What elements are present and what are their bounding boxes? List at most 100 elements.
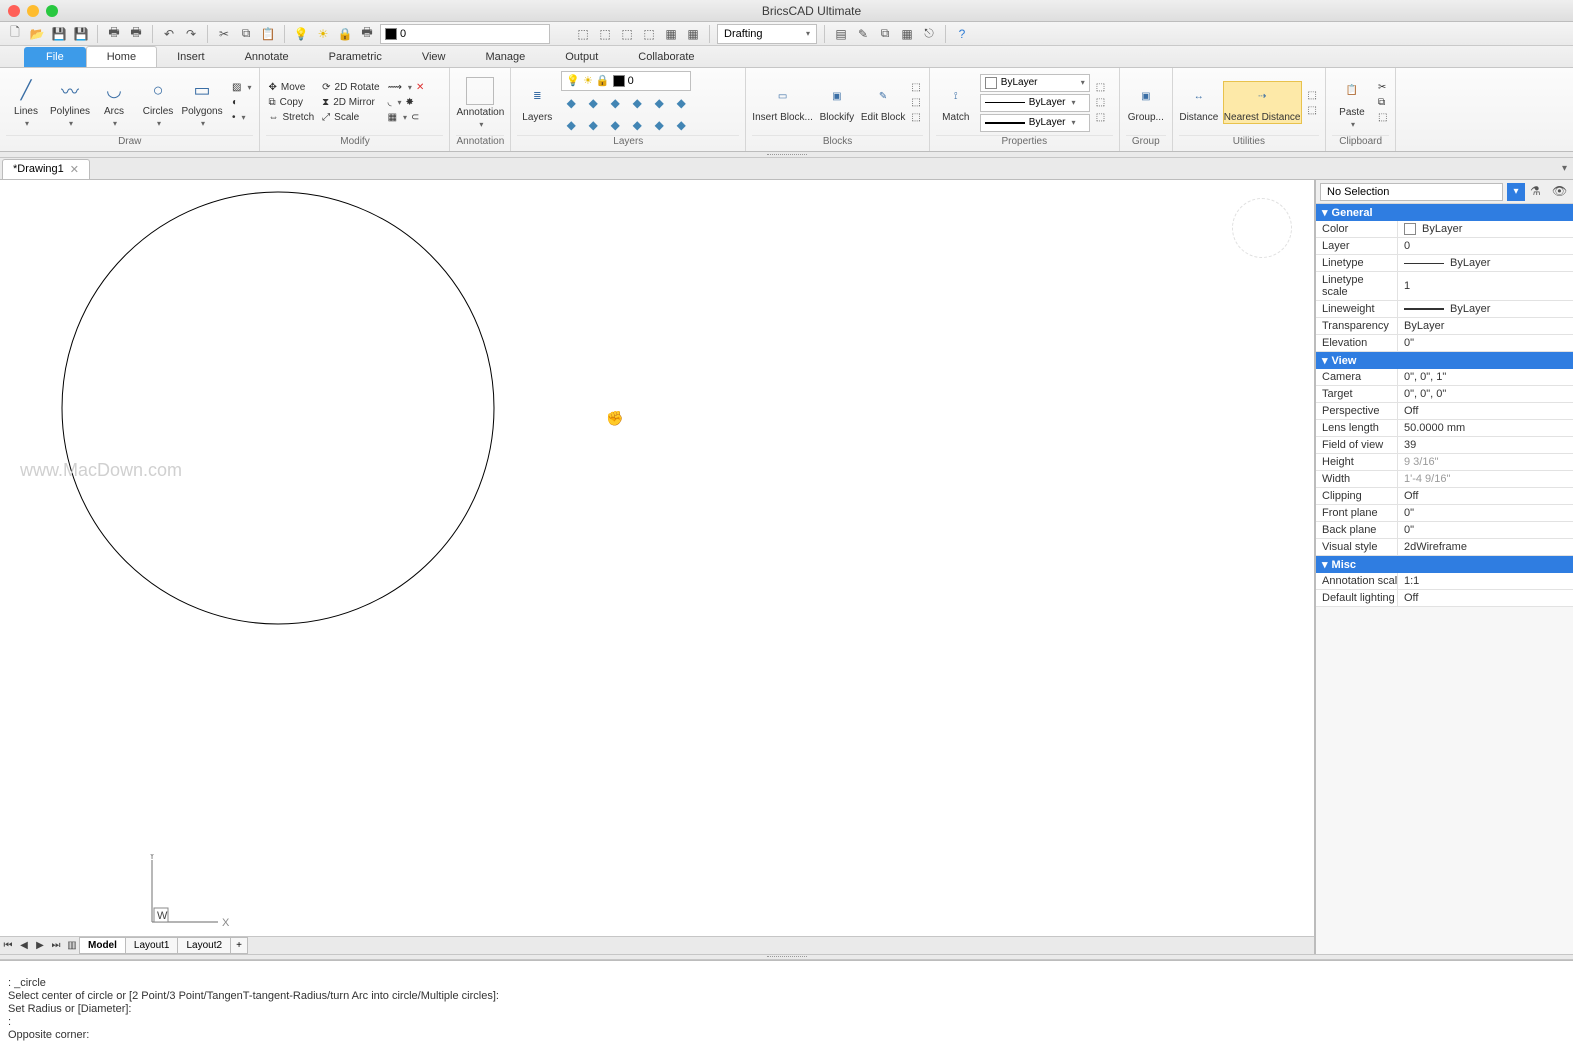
selection-dropdown[interactable]: No Selection xyxy=(1320,183,1503,201)
copy-small-icon[interactable]: ⧉ xyxy=(1376,96,1389,109)
prop-tool-icon[interactable]: ⬚ xyxy=(1094,81,1107,94)
erase-icon[interactable]: ✕ xyxy=(416,82,424,93)
insert-block-button[interactable]: ▭Insert Block... xyxy=(752,82,813,123)
rotate-button[interactable]: ⟳2D Rotate xyxy=(320,81,381,94)
view-compass[interactable] xyxy=(1232,198,1292,258)
tab-manage[interactable]: Manage xyxy=(465,47,545,67)
scale-button[interactable]: ⤢Scale xyxy=(320,111,381,124)
tab-output[interactable]: Output xyxy=(545,47,618,67)
tab-home[interactable]: Home xyxy=(86,46,157,67)
eye-icon[interactable]: 👁 xyxy=(1551,183,1569,201)
lock-icon[interactable]: 🔒 xyxy=(336,25,354,43)
lines-button[interactable]: ╱Lines▾ xyxy=(6,76,46,130)
tool-icon[interactable]: ▦ xyxy=(684,25,702,43)
fillet-button[interactable]: ◟▾✸ xyxy=(386,96,427,109)
drawing-canvas[interactable]: www.MacDown.com ✊ Y X W xyxy=(0,180,1314,936)
last-layout-icon[interactable]: ⏭ xyxy=(48,940,64,951)
layer-tool-icon[interactable]: ◆ xyxy=(671,115,691,135)
print-icon[interactable]: 🖶 xyxy=(105,25,123,43)
layer-tool-icon[interactable]: ◆ xyxy=(649,93,669,113)
layer-tool-icon[interactable]: ◆ xyxy=(605,93,625,113)
tool-icon[interactable]: ▦ xyxy=(898,25,916,43)
layer-tool-icon[interactable]: ◆ xyxy=(649,115,669,135)
block-tool-icon[interactable]: ⬚ xyxy=(909,81,922,94)
blockify-button[interactable]: ▣Blockify xyxy=(817,82,857,123)
tool-icon[interactable]: ⬚ xyxy=(574,25,592,43)
prev-layout-icon[interactable]: ◀ xyxy=(16,940,32,951)
tab-file[interactable]: File xyxy=(24,47,86,67)
layout2-tab[interactable]: Layout2 xyxy=(177,937,231,954)
tab-parametric[interactable]: Parametric xyxy=(309,47,402,67)
explode-icon[interactable]: ✸ xyxy=(405,97,413,108)
first-layout-icon[interactable]: ⏮ xyxy=(0,940,16,951)
new-icon[interactable]: 🗋 xyxy=(6,25,24,43)
nearest-distance-button[interactable]: ⇢Nearest Distance xyxy=(1223,81,1302,124)
layer-tool-icon[interactable]: ◆ xyxy=(561,93,581,113)
polylines-button[interactable]: 〰Polylines▾ xyxy=(50,76,90,130)
layout1-tab[interactable]: Layout1 xyxy=(125,937,179,954)
distance-button[interactable]: ↔Distance xyxy=(1179,82,1219,123)
layer-tool-icon[interactable]: ◆ xyxy=(583,115,603,135)
bulb-icon[interactable]: 💡 xyxy=(292,25,310,43)
paste-button[interactable]: 📋Paste▾ xyxy=(1332,77,1372,129)
close-tab-icon[interactable]: ✕ xyxy=(70,163,79,176)
prop-value[interactable]: 0" xyxy=(1398,505,1573,521)
category-view[interactable]: ▾View xyxy=(1316,352,1573,369)
tool-icon[interactable]: ⎋ xyxy=(920,25,938,43)
clip-tool-icon[interactable]: ⬚ xyxy=(1376,111,1389,124)
prop-value[interactable]: 39 xyxy=(1398,437,1573,453)
array-button[interactable]: ▦▾⊂ xyxy=(386,111,427,124)
layer-tool-icon[interactable]: ◆ xyxy=(583,93,603,113)
tool-icon[interactable]: ⬚ xyxy=(640,25,658,43)
arcs-button[interactable]: ◡Arcs▾ xyxy=(94,76,134,130)
trim-button[interactable]: ⟿▾✕ xyxy=(386,81,427,94)
tool-icon[interactable]: ▤ xyxy=(832,25,850,43)
open-icon[interactable]: 📂 xyxy=(28,25,46,43)
printer-small-icon[interactable]: 🖶 xyxy=(358,25,376,43)
prop-value[interactable]: ByLayer xyxy=(1398,301,1573,317)
chevron-down-icon[interactable]: ▾ xyxy=(1556,163,1573,174)
block-tool-icon[interactable]: ⬚ xyxy=(909,96,922,109)
boundary-button[interactable]: ◐ xyxy=(230,96,253,109)
tab-view[interactable]: View xyxy=(402,47,466,67)
minimize-window-icon[interactable] xyxy=(27,5,39,17)
group-button[interactable]: ▣Group... xyxy=(1126,82,1166,123)
workspace-dropdown[interactable]: Drafting ▾ xyxy=(717,24,817,44)
category-general[interactable]: ▾General xyxy=(1316,204,1573,221)
layouts-list-icon[interactable]: ▥ xyxy=(64,940,80,951)
close-window-icon[interactable] xyxy=(8,5,20,17)
model-tab[interactable]: Model xyxy=(79,937,126,954)
command-line[interactable]: : _circle Select center of circle or [2 … xyxy=(0,960,1573,1048)
util-tool-icon[interactable]: ⬚ xyxy=(1306,104,1319,117)
copy-icon[interactable]: ⧉ xyxy=(237,25,255,43)
layer-tool-icon[interactable]: ◆ xyxy=(627,115,647,135)
tool-icon[interactable]: ▦ xyxy=(662,25,680,43)
doc-tab[interactable]: *Drawing1 ✕ xyxy=(2,159,90,179)
prop-value[interactable]: 0" xyxy=(1398,335,1573,351)
prop-value[interactable]: 50.0000 mm xyxy=(1398,420,1573,436)
prop-value[interactable]: 0 xyxy=(1398,238,1573,254)
selection-drop-button[interactable]: ▾ xyxy=(1507,183,1525,201)
annotation-button[interactable]: Annotation ▾ xyxy=(456,77,504,129)
prop-tool-icon[interactable]: ⬚ xyxy=(1094,111,1107,124)
lineweight-bylayer-dropdown[interactable]: ByLayer▾ xyxy=(980,114,1090,132)
layer-mini-dropdown[interactable]: 💡 ☀ 🔒 0 xyxy=(561,71,691,91)
block-tool-icon[interactable]: ⬚ xyxy=(909,111,922,124)
copy-button[interactable]: ⧉Copy xyxy=(266,96,316,109)
offset-icon[interactable]: ⊂ xyxy=(411,112,419,123)
undo-icon[interactable]: ↶ xyxy=(160,25,178,43)
layer-tool-icon[interactable]: ◆ xyxy=(671,93,691,113)
category-misc[interactable]: ▾Misc xyxy=(1316,556,1573,573)
layer-tool-icon[interactable]: ◆ xyxy=(605,115,625,135)
layer-tool-icon[interactable]: ◆ xyxy=(561,115,581,135)
polygons-button[interactable]: ▭Polygons▾ xyxy=(182,76,222,130)
circles-button[interactable]: ○Circles▾ xyxy=(138,76,178,130)
prop-value[interactable]: 1:1 xyxy=(1398,573,1573,589)
tool-icon[interactable]: ⧉ xyxy=(876,25,894,43)
linetype-bylayer-dropdown[interactable]: ByLayer▾ xyxy=(980,94,1090,112)
redo-icon[interactable]: ↷ xyxy=(182,25,200,43)
sun-icon[interactable]: ☀ xyxy=(314,25,332,43)
tool-icon[interactable]: ⬚ xyxy=(596,25,614,43)
match-button[interactable]: ⟟Match xyxy=(936,82,976,123)
stretch-button[interactable]: ⇔Stretch xyxy=(266,111,316,124)
